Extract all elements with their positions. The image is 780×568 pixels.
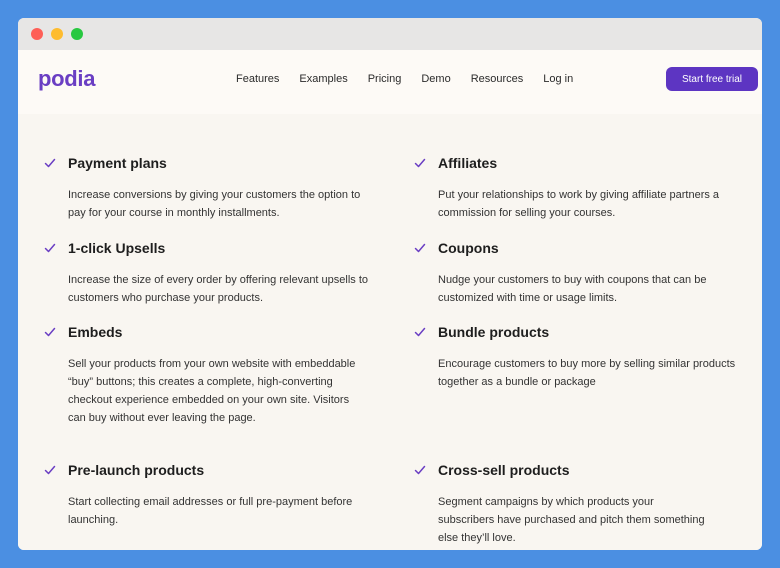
check-icon [414,243,426,253]
start-free-trial-button[interactable]: Start free trial [666,67,758,91]
nav-link-features[interactable]: Features [236,73,279,85]
feature-payment-plans: Payment plans Increase conversions by gi… [44,154,368,222]
feature-affiliates: Affiliates Put your relationships to wor… [414,154,738,222]
feature-embeds: Embeds Sell your products from your own … [44,323,358,427]
minimize-window-button[interactable] [51,28,63,40]
feature-coupons: Coupons Nudge your customers to buy with… [414,239,738,307]
feature-title: 1-click Upsells [68,240,166,256]
check-icon [414,158,426,168]
feature-description: Nudge your customers to buy with coupons… [438,274,707,304]
title-bar [18,18,762,50]
close-window-button[interactable] [31,28,43,40]
nav-link-demo[interactable]: Demo [421,73,450,85]
site-navbar: podia Features Examples Pricing Demo Res… [18,50,762,114]
nav-link-examples[interactable]: Examples [299,73,347,85]
feature-description: Encourage customers to buy more by selli… [438,358,736,388]
feature-title: Embeds [68,324,123,340]
features-section: Payment plans Increase conversions by gi… [18,114,762,550]
feature-title: Coupons [438,240,499,256]
feature-description: Increase the size of every order by offe… [68,274,369,304]
feature-title: Cross-sell products [438,462,570,478]
feature-title: Pre-launch products [68,462,205,478]
feature-description: Start collecting email addresses or full… [68,496,353,526]
check-icon [44,243,56,253]
feature-description: Put your relationships to work by giving… [438,189,720,219]
check-icon [414,465,426,475]
feature-cross-sell-products: Cross-sell products Segment campaigns by… [414,461,708,547]
feature-bundle-products: Bundle products Encourage customers to b… [414,323,738,391]
check-icon [44,465,56,475]
check-icon [44,327,56,337]
nav-link-login[interactable]: Log in [543,73,573,85]
podia-logo[interactable]: podia [38,66,95,92]
nav-link-resources[interactable]: Resources [471,73,524,85]
check-icon [44,158,56,168]
feature-title: Affiliates [438,155,498,171]
feature-title: Payment plans [68,155,167,171]
browser-window: podia Features Examples Pricing Demo Res… [18,18,762,550]
feature-description: Segment campaigns by which products your… [438,496,705,544]
feature-description: Sell your products from your own website… [68,358,356,424]
check-icon [414,327,426,337]
feature-title: Bundle products [438,324,550,340]
feature-pre-launch-products: Pre-launch products Start collecting ema… [44,461,368,529]
nav-links: Features Examples Pricing Demo Resources… [236,73,593,85]
nav-link-pricing[interactable]: Pricing [368,73,402,85]
maximize-window-button[interactable] [71,28,83,40]
feature-description: Increase conversions by giving your cust… [68,189,361,219]
feature-1-click-upsells: 1-click Upsells Increase the size of eve… [44,239,369,307]
